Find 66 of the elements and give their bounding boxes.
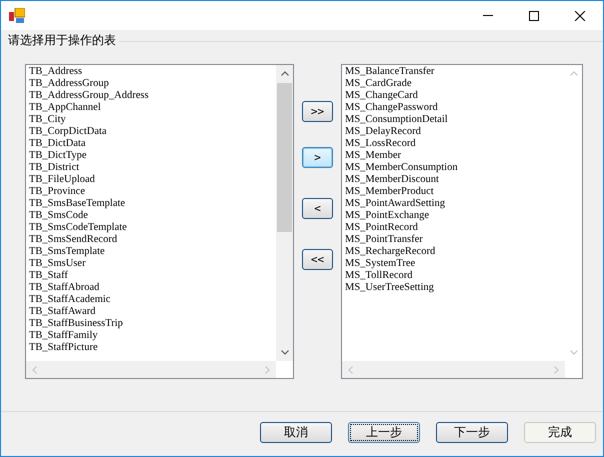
vertical-scrollbar[interactable] <box>276 65 293 361</box>
list-item[interactable]: TB_StaffAward <box>29 306 276 318</box>
list-item[interactable]: MS_LossRecord <box>345 138 565 150</box>
list-item[interactable]: TB_DictType <box>29 150 276 162</box>
list-item[interactable]: TB_Address <box>29 66 276 78</box>
selected-table-list[interactable] <box>341 64 583 379</box>
list-item[interactable]: TB_StaffPicture <box>29 342 276 354</box>
close-icon <box>575 10 585 20</box>
move-button[interactable]: >> <box>302 101 333 122</box>
scroll-right-icon <box>265 366 270 374</box>
list-item[interactable]: MS_PointTransfer <box>345 234 565 246</box>
list-item[interactable]: MS_MemberProduct <box>345 186 565 198</box>
list-item[interactable]: MS_MemberDiscount <box>345 174 565 186</box>
list-item[interactable]: MS_SystemTree <box>345 258 565 270</box>
list-item[interactable]: TB_SmsCode <box>29 210 276 222</box>
list-item[interactable]: MS_PointRecord <box>345 222 565 234</box>
list-item[interactable]: TB_StaffBusinessTrip <box>29 318 276 330</box>
dialog-button[interactable]: 下一步 <box>436 422 508 443</box>
table-list[interactable] <box>25 64 294 379</box>
list-item[interactable]: MS_PointAwardSetting <box>345 198 565 210</box>
scroll-left-icon <box>348 366 353 374</box>
list-item[interactable]: MS_RechargeRecord <box>345 246 565 258</box>
list-item[interactable]: MS_DelayRecord <box>345 126 565 138</box>
move-button[interactable]: << <box>302 249 333 270</box>
scroll-down-icon[interactable] <box>280 350 288 355</box>
move-button[interactable]: > <box>302 147 333 168</box>
list-item[interactable]: TB_AppChannel <box>29 102 276 114</box>
list-item[interactable]: TB_DictData <box>29 138 276 150</box>
list-item[interactable]: TB_Staff <box>29 270 276 282</box>
scroll-right-icon <box>554 366 559 374</box>
list-item[interactable]: TB_SmsBaseTemplate <box>29 198 276 210</box>
list-item[interactable]: MS_ConsumptionDetail <box>345 114 565 126</box>
list-item[interactable]: MS_BalanceTransfer <box>345 66 565 78</box>
list-item[interactable]: TB_SmsCodeTemplate <box>29 222 276 234</box>
list-item[interactable]: MS_TollRecord <box>345 270 565 282</box>
list-item[interactable]: TB_SmsTemplate <box>29 246 276 258</box>
group-label: 请选择用于操作的表 <box>8 32 117 48</box>
maximize-icon <box>529 10 539 20</box>
list-item[interactable]: TB_CorpDictData <box>29 126 276 138</box>
app-icon <box>9 8 25 24</box>
scroll-up-icon <box>570 71 578 76</box>
list-item[interactable]: TB_StaffAcademic <box>29 294 276 306</box>
list-item[interactable]: TB_FileUpload <box>29 174 276 186</box>
list-item[interactable]: MS_Member <box>345 150 565 162</box>
list-item[interactable]: TB_City <box>29 114 276 126</box>
scroll-down-icon <box>570 350 578 355</box>
list-item[interactable]: TB_SmsSendRecord <box>29 234 276 246</box>
list-item[interactable]: TB_StaffAbroad <box>29 282 276 294</box>
list-item[interactable]: MS_UserTreeSetting <box>345 282 565 294</box>
list-item[interactable]: MS_ChangePassword <box>345 102 565 114</box>
list-item[interactable]: TB_AddressGroup <box>29 78 276 90</box>
move-button[interactable]: < <box>302 198 333 219</box>
dialog-button[interactable]: 取消 <box>260 422 332 443</box>
scroll-left-icon <box>32 366 37 374</box>
minimize-icon <box>483 15 493 16</box>
list-item[interactable]: TB_District <box>29 162 276 174</box>
list-item[interactable]: MS_CardGrade <box>345 78 565 90</box>
list-item[interactable]: TB_Province <box>29 186 276 198</box>
list-item[interactable]: TB_SmsUser <box>29 258 276 270</box>
list-item[interactable]: MS_ChangeCard <box>345 90 565 102</box>
dialog-button[interactable]: 上一步 <box>348 422 420 443</box>
list-item[interactable]: MS_PointExchange <box>345 210 565 222</box>
list-item[interactable]: TB_AddressGroup_Address <box>29 90 276 102</box>
scroll-up-icon[interactable] <box>280 71 288 76</box>
list-item[interactable]: MS_MemberConsumption <box>345 162 565 174</box>
list-item[interactable]: TB_StaffFamily <box>29 330 276 342</box>
